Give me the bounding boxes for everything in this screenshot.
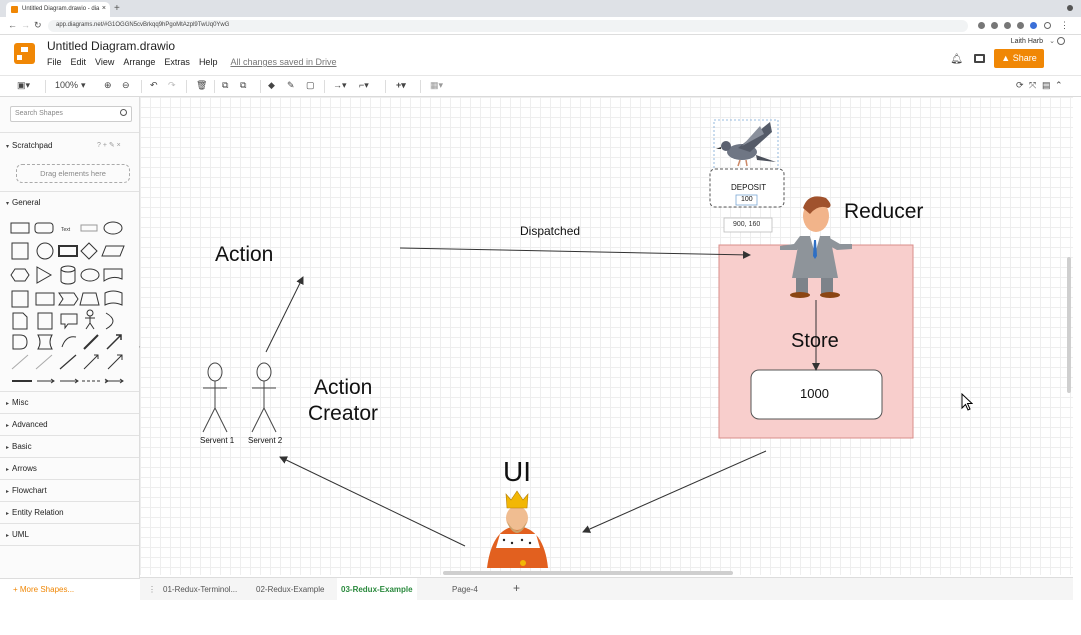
tab-page-4[interactable]: Page-4 xyxy=(452,578,478,600)
window-bottom-margin xyxy=(0,600,1081,635)
vertical-scrollbar[interactable] xyxy=(1067,257,1071,393)
store-label[interactable]: Store xyxy=(791,330,839,353)
action-creator-label-line2[interactable]: Creator xyxy=(308,402,378,426)
servant-1-label[interactable]: Servent 1 xyxy=(200,436,234,445)
tab-page-3[interactable]: 03-Redux-Example xyxy=(337,578,417,600)
servant-2-figure[interactable] xyxy=(251,362,277,433)
action-label[interactable]: Action xyxy=(215,243,273,267)
deposit-value[interactable]: 100 xyxy=(741,196,753,203)
mouse-cursor-icon xyxy=(961,393,973,411)
reducer-label[interactable]: Reducer xyxy=(844,200,923,224)
king-image[interactable] xyxy=(487,490,548,568)
horizontal-scrollbar[interactable] xyxy=(443,571,733,575)
dispatched-label[interactable]: Dispatched xyxy=(520,224,580,238)
coordinate-readout: 900, 160 xyxy=(733,221,761,228)
page-tabs-bar: ⋮ 01-Redux-Terminol... 02-Redux-Example … xyxy=(140,577,1073,600)
add-page-button[interactable]: + xyxy=(513,578,520,600)
ui-label[interactable]: UI xyxy=(503,456,531,488)
action-creator-label-line1[interactable]: Action xyxy=(314,376,372,400)
deposit-label[interactable]: DEPOSIT xyxy=(731,183,766,192)
action-arrow[interactable] xyxy=(265,276,304,353)
servant-2-label[interactable]: Servent 2 xyxy=(248,436,282,445)
store-value[interactable]: 1000 xyxy=(800,386,829,401)
tab-page-1[interactable]: 01-Redux-Terminol... xyxy=(163,578,237,600)
dispatched-arrow[interactable] xyxy=(399,247,751,259)
store-to-ui-arrow[interactable] xyxy=(582,450,767,533)
ui-to-creator-arrow[interactable] xyxy=(279,456,466,547)
diagram-drawing xyxy=(202,119,914,568)
tab-page-2[interactable]: 02-Redux-Example xyxy=(256,578,324,600)
pigeon-image[interactable] xyxy=(713,119,779,171)
servant-1-figure[interactable] xyxy=(202,362,228,433)
pages-menu-icon[interactable]: ⋮ xyxy=(148,578,156,600)
